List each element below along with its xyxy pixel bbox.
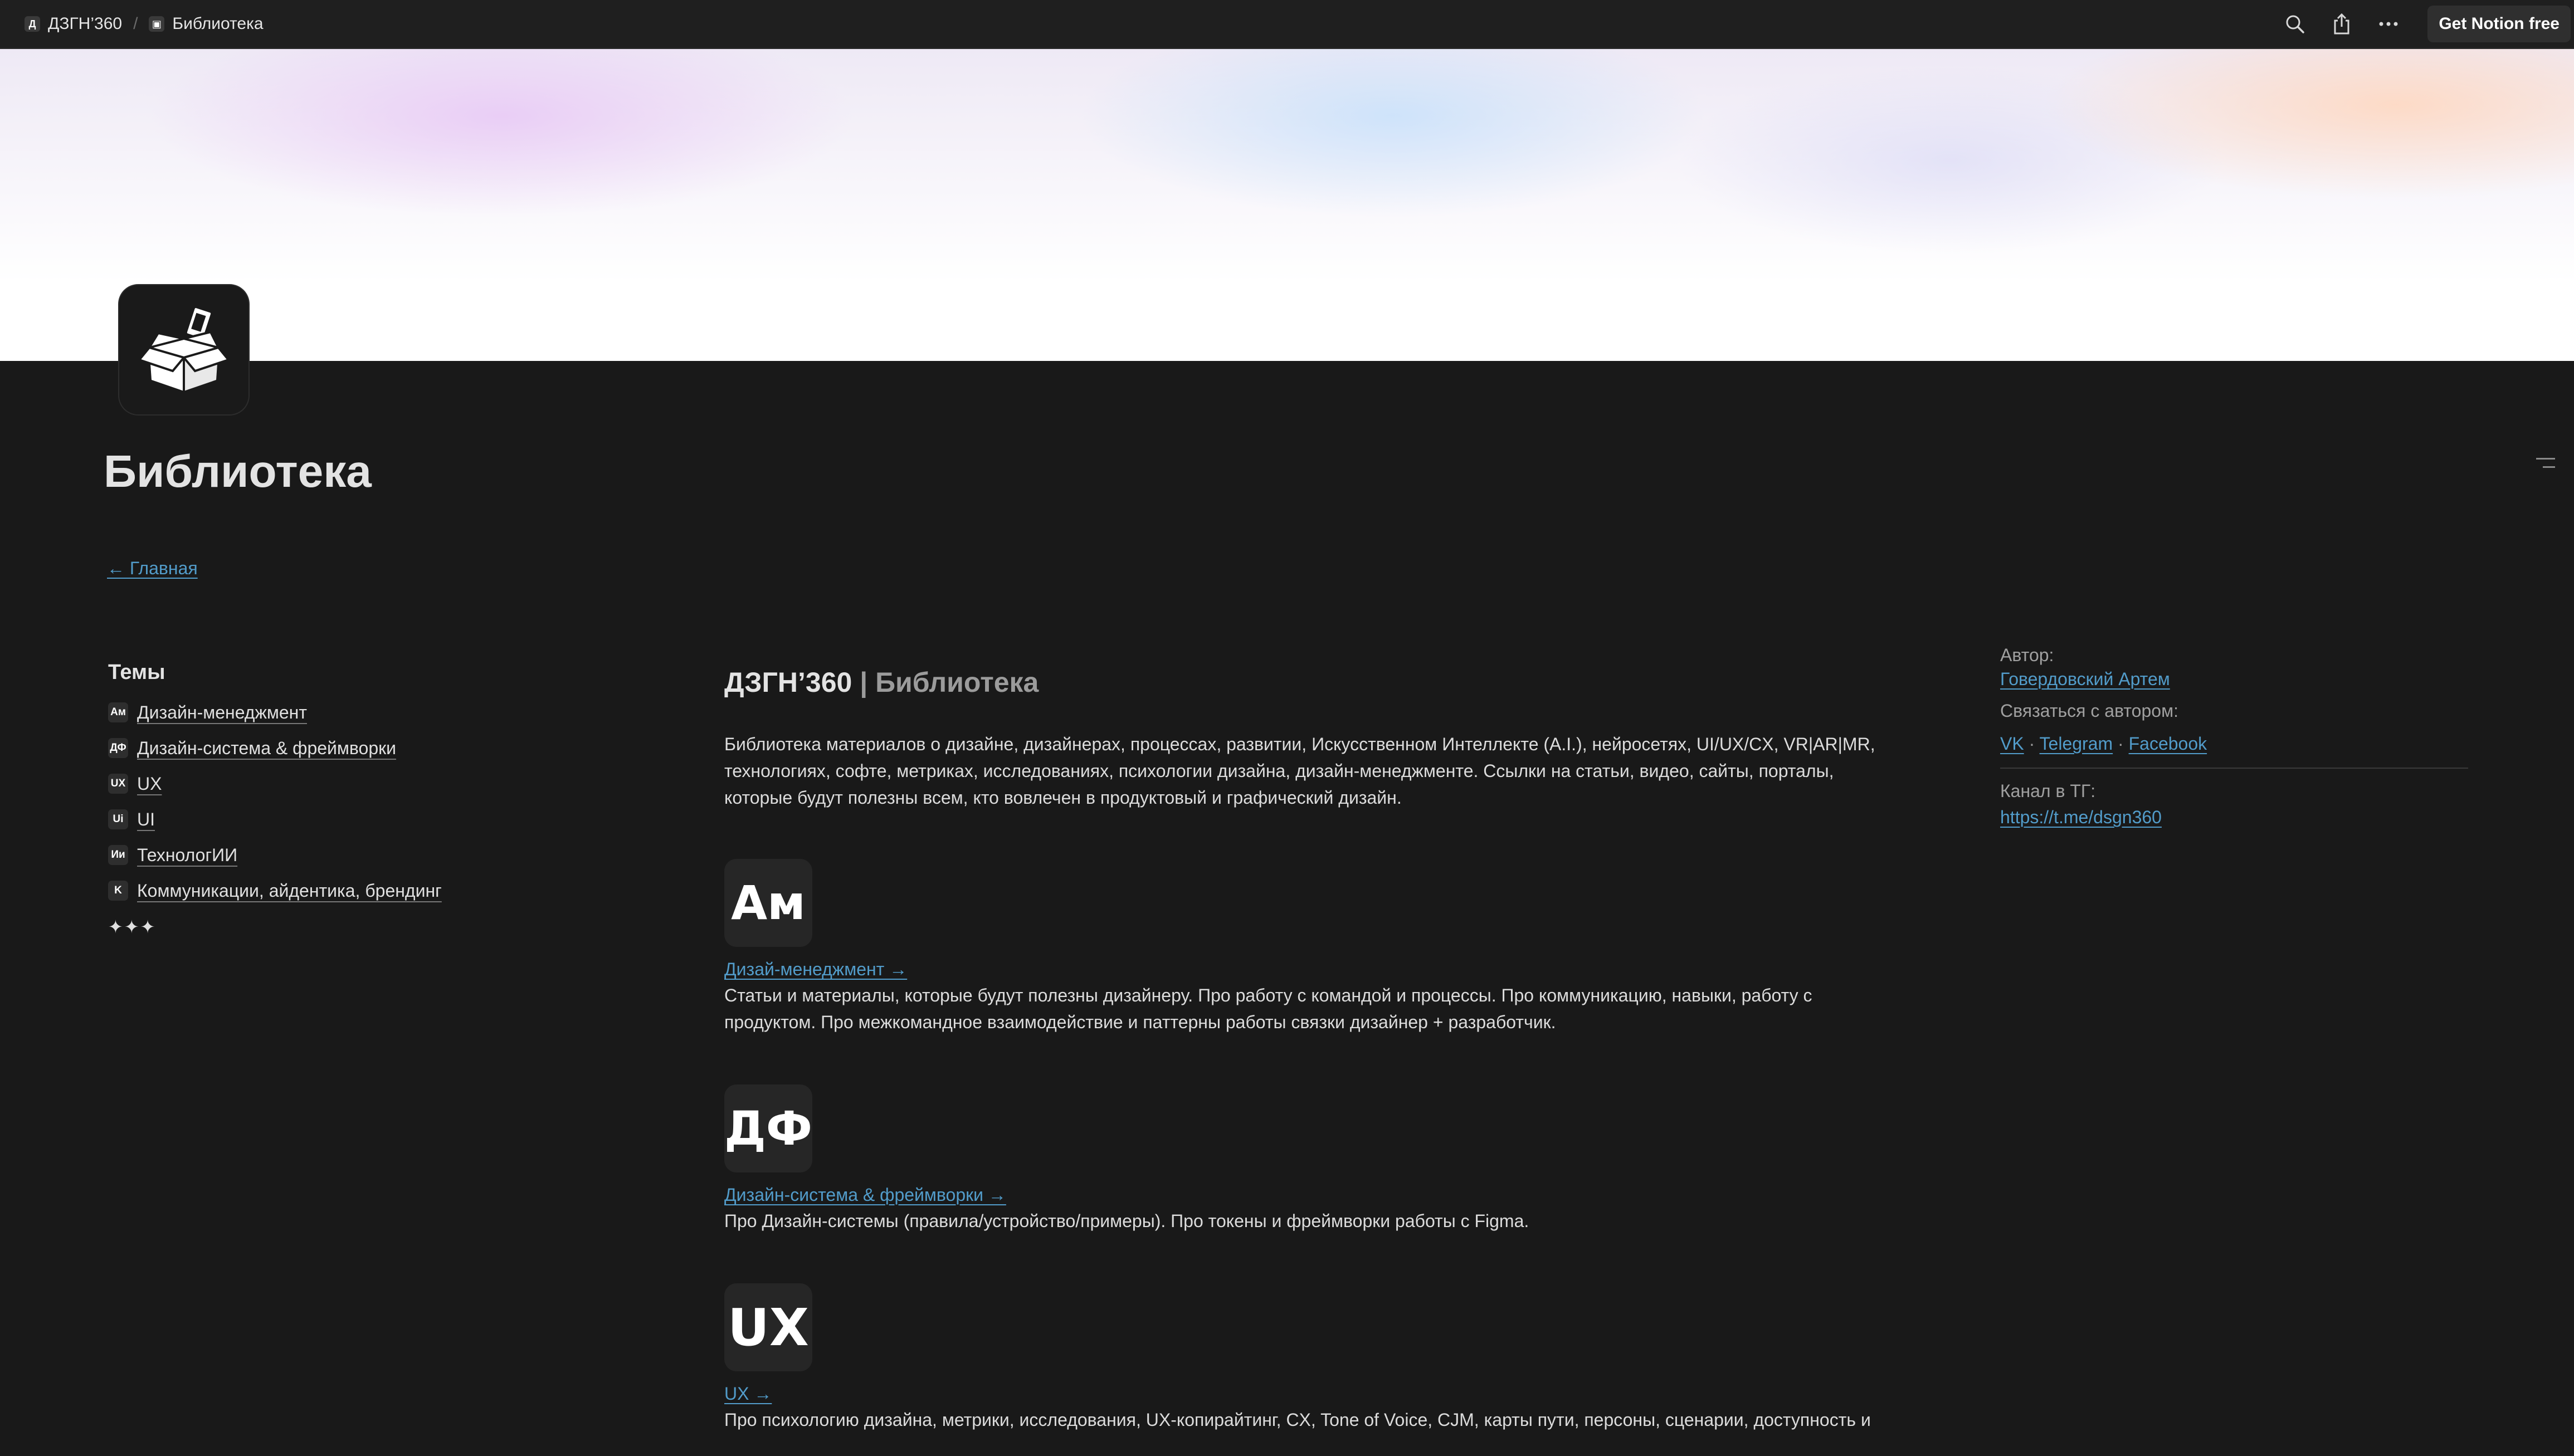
breadcrumb-item-home[interactable]: Д ДЗГН’360 [25, 14, 122, 33]
author-label: Автор: [2000, 645, 2054, 665]
section-link[interactable]: Дизай-менеджмент → [724, 959, 1917, 980]
section-design-system: ДФ Дизайн-система & фреймворки → Про Диз… [724, 1084, 1917, 1234]
channel-label: Канал в ТГ: [2000, 781, 2096, 801]
vk-link[interactable]: VK [2000, 734, 2024, 754]
top-bar: Д ДЗГН’360 / ▣ Библиотека Get Notion fre… [0, 0, 2574, 49]
box-icon: ▣ [149, 16, 165, 32]
technologies-icon: Ии [108, 845, 128, 865]
topic-ux[interactable]: UX UX [108, 766, 610, 802]
search-icon[interactable] [2284, 13, 2306, 35]
topic-design-management[interactable]: Ам Дизайн-менеджмент [108, 695, 610, 730]
topic-label: Коммуникации, айдентика, брендинг [137, 880, 442, 901]
topic-technologies[interactable]: Ии ТехнологИИ [108, 837, 610, 873]
breadcrumb-item-library[interactable]: ▣ Библиотека [149, 14, 264, 33]
topic-label: ТехнологИИ [137, 844, 238, 865]
share-icon[interactable] [2331, 13, 2353, 35]
topic-design-system[interactable]: ДФ Дизайн-система & фреймворки [108, 730, 610, 766]
ux-icon[interactable]: UX [724, 1283, 812, 1371]
book-icon: Д [25, 16, 40, 32]
section-link[interactable]: UX → [724, 1384, 1917, 1404]
communications-icon: K [108, 881, 128, 901]
design-management-icon[interactable]: Ам [724, 859, 812, 947]
telegram-channel-link[interactable]: https://t.me/dsgn360 [2000, 807, 2162, 827]
divider [2000, 768, 2468, 769]
contact-label: Связаться с автором: [2000, 701, 2178, 721]
topics-heading: Темы [108, 661, 165, 684]
brand-name: ДЗГН’360 [724, 667, 852, 698]
intro-text: Библиотека материалов о дизайне, дизайне… [724, 734, 1875, 808]
home-link[interactable]: ← Главная [107, 558, 198, 579]
author-link[interactable]: Говердовский Артем [2000, 669, 2170, 689]
section-description: Про Дизайн-системы (правила/устройство/п… [724, 1211, 1529, 1231]
brand-subtitle: | Библиотека [852, 667, 1039, 698]
design-management-icon: Ам [108, 702, 128, 722]
breadcrumb-label: Библиотека [172, 14, 264, 33]
library-heading: ДЗГН’360 | Библиотека [724, 666, 1917, 698]
topic-ui[interactable]: Ui UI [108, 802, 610, 837]
topic-label: UI [137, 809, 155, 829]
telegram-link[interactable]: Telegram [2040, 734, 2113, 754]
ux-icon: UX [108, 774, 128, 794]
section-description: Про психологию дизайна, метрики, исследо… [724, 1410, 1871, 1430]
topic-communications[interactable]: K Коммуникации, айдентика, брендинг [108, 873, 610, 908]
breadcrumb-separator: / [133, 14, 138, 33]
facebook-link[interactable]: Facebook [2129, 734, 2207, 754]
section-description: Статьи и материалы, которые будут полезн… [724, 985, 1812, 1032]
design-system-icon[interactable]: ДФ [724, 1084, 812, 1172]
contact-separator: · [2113, 734, 2129, 754]
topics-list: Темы Ам Дизайн-менеджмент ДФ Дизайн-сист… [108, 661, 610, 937]
design-system-icon: ДФ [108, 738, 128, 758]
section-design-management: Ам Дизай-менеджмент → Статьи и материалы… [724, 859, 1917, 1035]
section-ux: UX UX → Про психологию дизайна, метрики,… [724, 1283, 1917, 1433]
page-title: Библиотека [104, 446, 372, 497]
breadcrumb: Д ДЗГН’360 / ▣ Библиотека [25, 14, 264, 33]
main-content: ДЗГН’360 | Библиотека Библиотека материа… [724, 666, 1917, 1433]
author-sidebar: Автор: Говердовский Артем Связаться с ав… [2000, 645, 2468, 831]
topic-label: Дизайн-система & фреймворки [137, 737, 397, 758]
page-cover [0, 49, 2574, 361]
topic-label: UX [137, 773, 162, 794]
box-icon [119, 285, 248, 414]
contact-separator: · [2024, 734, 2040, 754]
contact-links: VK · Telegram · Facebook [2000, 734, 2468, 754]
section-link[interactable]: Дизайн-система & фреймворки → [724, 1185, 1917, 1205]
breadcrumb-label: ДЗГН’360 [48, 14, 123, 33]
more-options-icon[interactable] [2377, 13, 2400, 35]
topic-label: Дизайн-менеджмент [137, 702, 307, 722]
get-notion-free-button[interactable]: Get Notion free [2427, 6, 2571, 42]
sparkles-divider: ✦✦✦ [108, 917, 157, 937]
ui-icon: Ui [108, 809, 128, 829]
table-of-contents-marker[interactable] [2536, 458, 2555, 475]
